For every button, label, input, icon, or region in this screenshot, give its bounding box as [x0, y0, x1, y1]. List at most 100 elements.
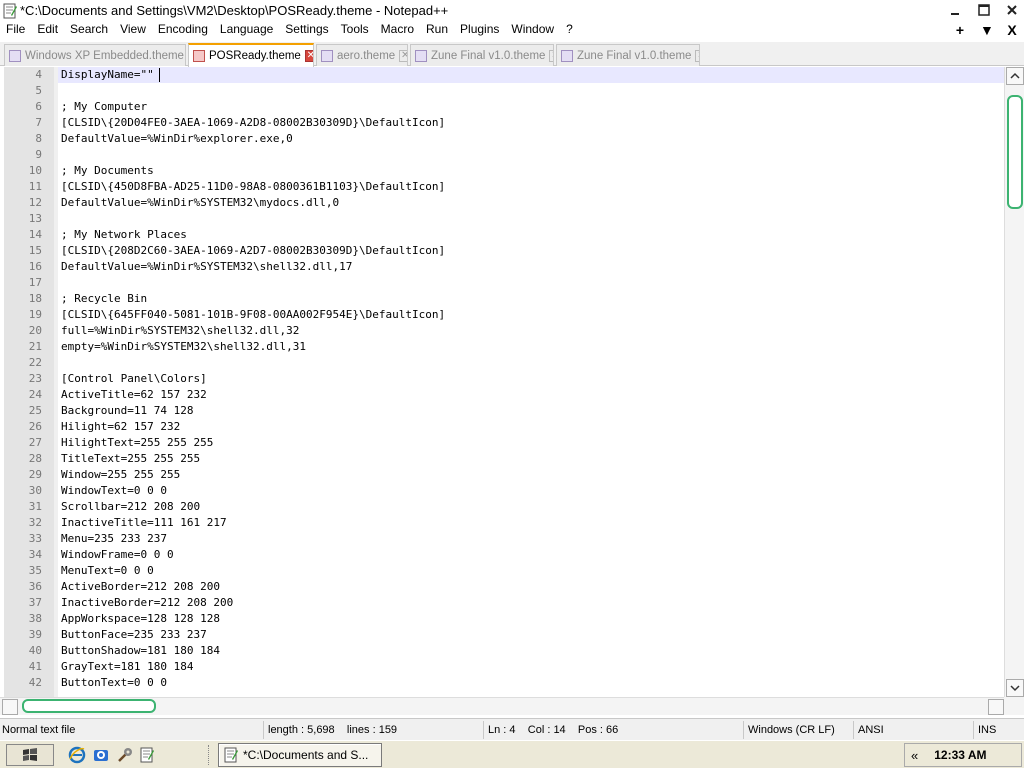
line-text: ; Recycle Bin: [61, 292, 148, 305]
close-document-button[interactable]: X: [1006, 22, 1018, 38]
editor-line[interactable]: 8 DefaultValue=%WinDir%explorer.exe,0: [35, 131, 1004, 147]
editor-line[interactable]: 15 [CLSID\{208D2C60-3AEA-1069-A2D7-08002B…: [29, 243, 1004, 259]
editor-line[interactable]: 34 WindowFrame=0 0 0: [29, 547, 1004, 563]
editor-line[interactable]: 28 TitleText=255 255 255: [29, 451, 1004, 467]
status-lines: lines : 159: [346, 724, 398, 736]
editor-line[interactable]: 39 ButtonFace=235 233 237: [29, 627, 1004, 643]
menu-plugins[interactable]: Plugins: [454, 20, 505, 39]
editor-line[interactable]: 42 ButtonText=0 0 0: [29, 675, 1004, 691]
tab-close-icon[interactable]: ✕: [549, 49, 553, 62]
status-pos: Pos : 66: [577, 724, 619, 736]
editor-line[interactable]: 41 GrayText=181 180 184: [29, 659, 1004, 675]
vertical-scroll-thumb[interactable]: [1007, 95, 1023, 209]
editor-line[interactable]: 21 empty=%WinDir%SYSTEM32\shell32.dll,31: [29, 339, 1004, 355]
title-bar[interactable]: *C:\Documents and Settings\VM2\Desktop\P…: [0, 0, 1024, 21]
menu-settings[interactable]: Settings: [279, 20, 334, 39]
editor-line[interactable]: 6 ; My Computer: [35, 99, 1004, 115]
menu-encoding[interactable]: Encoding: [152, 20, 214, 39]
line-text: InactiveTitle=111 161 217: [61, 516, 227, 529]
tab-close-icon[interactable]: ✕: [695, 49, 699, 62]
menu-window[interactable]: Window: [505, 20, 560, 39]
editor-line[interactable]: 26 Hilight=62 157 232: [29, 419, 1004, 435]
editor-line[interactable]: 19 [CLSID\{645FF040-5081-101B-9F08-00AA00…: [29, 307, 1004, 323]
horizontal-scrollbar[interactable]: [0, 697, 1004, 715]
menu-tools[interactable]: Tools: [335, 20, 375, 39]
editor-line[interactable]: 30 WindowText=0 0 0: [29, 483, 1004, 499]
tab-zune-final-1[interactable]: Zune Final v1.0.theme ✕: [410, 44, 554, 66]
editor-line[interactable]: 35 MenuText=0 0 0: [29, 563, 1004, 579]
editor-line[interactable]: 37 InactiveBorder=212 208 200: [29, 595, 1004, 611]
editor-line[interactable]: 27 HilightText=255 255 255: [29, 435, 1004, 451]
editor-line[interactable]: 31 Scrollbar=212 208 200: [29, 499, 1004, 515]
start-button[interactable]: [6, 744, 54, 766]
editor-line[interactable]: 29 Window=255 255 255: [29, 467, 1004, 483]
taskbar-clock[interactable]: 12:33 AM: [934, 748, 986, 762]
editor-line[interactable]: 33 Menu=235 233 237: [29, 531, 1004, 547]
line-number: 14: [28, 228, 42, 241]
line-text: HilightText=255 255 255: [61, 436, 214, 449]
line-text: [CLSID\{208D2C60-3AEA-1069-A2D7-08002B30…: [61, 244, 446, 257]
taskbar-notepadpp-button[interactable]: *C:\Documents and S...: [218, 743, 382, 767]
tray-expand-icon[interactable]: «: [911, 748, 918, 763]
horizontal-scroll-thumb[interactable]: [22, 699, 156, 713]
menu-file[interactable]: File: [0, 20, 31, 39]
menu-edit[interactable]: Edit: [31, 20, 64, 39]
tab-close-icon[interactable]: ✕: [304, 50, 313, 62]
menu-macro[interactable]: Macro: [375, 20, 420, 39]
menu-view[interactable]: View: [114, 20, 152, 39]
editor-line[interactable]: 25 Background=11 74 128: [29, 403, 1004, 419]
editor-line[interactable]: 23 [Control Panel\Colors]: [29, 371, 1004, 387]
tab-windows-xp-embedded[interactable]: Windows XP Embedded.theme ✕: [4, 44, 186, 66]
status-eol-format[interactable]: Windows (CR LF): [746, 721, 854, 739]
tab-zune-final-2[interactable]: Zune Final v1.0.theme ✕: [556, 44, 700, 66]
notepadpp-quicklaunch-icon[interactable]: [138, 746, 156, 764]
scroll-down-button[interactable]: [1006, 679, 1024, 697]
editor-line[interactable]: 32 InactiveTitle=111 161 217: [29, 515, 1004, 531]
editor-line[interactable]: 7 [CLSID\{20D04FE0-3AEA-1069-A2D8-08002B3…: [35, 115, 1004, 131]
editor-line[interactable]: 13: [29, 211, 1004, 227]
settings-tools-icon[interactable]: [116, 746, 134, 764]
editor-line[interactable]: 10 ; My Documents: [29, 163, 1004, 179]
status-encoding[interactable]: ANSI: [856, 721, 974, 739]
editor-line[interactable]: 38 AppWorkspace=128 128 128: [29, 611, 1004, 627]
editor-line[interactable]: 16 DefaultValue=%WinDir%SYSTEM32\shell32.…: [29, 259, 1004, 275]
editor-line[interactable]: 40 ButtonShadow=181 180 184: [29, 643, 1004, 659]
text-editor[interactable]: 4 DisplayName="" 5 6 ; My Computer 7 [CLSID\{2…: [0, 67, 1024, 697]
scroll-right-button[interactable]: [988, 699, 1004, 715]
scroll-down-arrow-icon: [1010, 685, 1020, 692]
scroll-up-button[interactable]: [1006, 67, 1024, 85]
tab-list-dropdown-button[interactable]: ▼: [980, 22, 994, 38]
editor-line[interactable]: 17: [29, 275, 1004, 291]
new-tab-button[interactable]: +: [954, 22, 966, 38]
editor-current-line[interactable]: 4 DisplayName="": [35, 67, 1004, 83]
minimize-icon: [951, 13, 959, 15]
editor-line[interactable]: 36 ActiveBorder=212 208 200: [29, 579, 1004, 595]
tab-close-icon[interactable]: ✕: [399, 49, 407, 62]
menu-help[interactable]: ?: [560, 20, 579, 39]
scroll-up-arrow-icon: [1010, 72, 1020, 79]
editor-line[interactable]: 5: [35, 83, 1004, 99]
minimize-button[interactable]: [948, 2, 964, 18]
vertical-scrollbar[interactable]: [1004, 67, 1024, 697]
code-area[interactable]: 4 DisplayName="" 5 6 ; My Computer 7 [CLSID\{2…: [29, 67, 1004, 697]
scroll-left-button[interactable]: [2, 699, 18, 715]
editor-line[interactable]: 12 DefaultValue=%WinDir%SYSTEM32\mydocs.d…: [29, 195, 1004, 211]
menu-language[interactable]: Language: [214, 20, 279, 39]
menu-search[interactable]: Search: [64, 20, 114, 39]
outlook-express-icon[interactable]: [92, 746, 110, 764]
editor-line[interactable]: 11 [CLSID\{450D8FBA-AD25-11D0-98A8-080036…: [29, 179, 1004, 195]
internet-explorer-icon[interactable]: [68, 746, 86, 764]
close-button[interactable]: [1004, 2, 1020, 18]
editor-line[interactable]: 22: [29, 355, 1004, 371]
editor-line[interactable]: 9: [35, 147, 1004, 163]
menu-run[interactable]: Run: [420, 20, 454, 39]
editor-line[interactable]: 24 ActiveTitle=62 157 232: [29, 387, 1004, 403]
windows-taskbar: *C:\Documents and S... « 12:33 AM: [0, 740, 1024, 768]
tab-posready[interactable]: POSReady.theme ✕: [188, 43, 314, 67]
maximize-button[interactable]: [976, 2, 992, 18]
tab-aero[interactable]: aero.theme ✕: [316, 44, 408, 66]
editor-line[interactable]: 18 ; Recycle Bin: [29, 291, 1004, 307]
editor-line[interactable]: 20 full=%WinDir%SYSTEM32\shell32.dll,32: [29, 323, 1004, 339]
editor-line[interactable]: 14 ; My Network Places: [29, 227, 1004, 243]
line-number: 23: [28, 372, 42, 385]
